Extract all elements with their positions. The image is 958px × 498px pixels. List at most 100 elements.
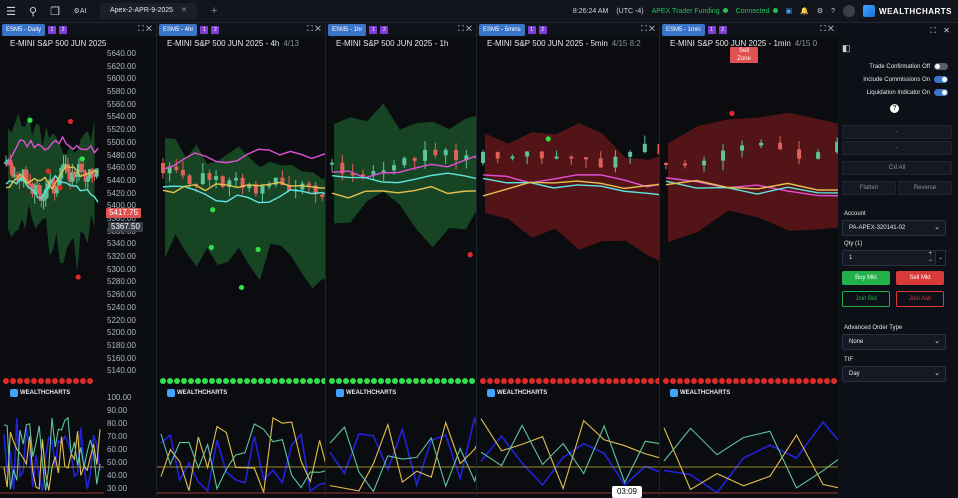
expand-icon[interactable]: ⛶: [641, 24, 649, 33]
chart-badge-icon[interactable]: 1: [707, 26, 716, 34]
save-icon[interactable]: ▣: [786, 7, 793, 15]
ai-icon[interactable]: ⚙ AI: [66, 0, 94, 22]
panel-collapse-icon[interactable]: ◧: [842, 43, 851, 54]
trend-dot: [719, 378, 725, 384]
trend-dot: [434, 378, 440, 384]
oscillator-tick: 90.00: [107, 406, 128, 415]
chart-title-text: E-MINI S&P 500 JUN 2025 - 5min: [487, 39, 608, 48]
flatten-label: Flatten: [859, 185, 879, 191]
close-icon[interactable]: ✕: [466, 24, 472, 33]
qty-stepper[interactable]: + −: [928, 251, 932, 265]
chart-symbol-tab[interactable]: ESM5 - Daily: [2, 24, 46, 36]
qty-dropdown-icon[interactable]: ⌄: [935, 250, 946, 266]
chart-window-controls: ⛶ ✕: [641, 24, 655, 34]
search-icon[interactable]: ⚲: [22, 0, 44, 22]
trend-dot: [406, 378, 412, 384]
panel-expand-icon[interactable]: ⛶: [930, 26, 936, 36]
candle-body: [306, 183, 311, 186]
chart-symbol-tab[interactable]: ESM5 - 5mins: [479, 24, 525, 36]
reverse-button[interactable]: Reverse: [898, 181, 952, 195]
help-circle-icon[interactable]: ?: [890, 104, 899, 113]
chart-panel[interactable]: ESM5 - 4hr 1 2 ⛶ ✕ E-MINI S&P 500 JUN 2025 -…: [157, 23, 326, 497]
indicator-name: WEALTHCHARTS: [680, 390, 731, 396]
advanced-order-value: None: [849, 339, 864, 345]
indicator-name: WEALTHCHARTS: [20, 390, 71, 396]
add-tab-icon[interactable]: +: [211, 5, 217, 17]
cxl-all-button[interactable]: Cxl All: [842, 161, 952, 175]
close-icon[interactable]: ✕: [181, 7, 187, 14]
close-icon[interactable]: ✕: [315, 24, 321, 33]
video-timestamp: 03:09: [612, 486, 642, 498]
account-select[interactable]: PA-APEX-320141-02 ⌄: [842, 220, 946, 236]
chart-panel[interactable]: ESM5 - 1min 1 2 ⛶ ✕ E-MINI S&P 500 JUN 2025 …: [660, 23, 839, 497]
close-icon[interactable]: ✕: [828, 24, 834, 33]
expand-icon[interactable]: ⛶: [458, 24, 466, 33]
chart-panel[interactable]: ESM5 - 1hr 1 2 ⛶ ✕ E-MINI S&P 500 JUN 2025 -…: [326, 23, 477, 497]
gear-icon[interactable]: ⚙: [817, 7, 823, 15]
trend-dot: [279, 378, 285, 384]
chart-badge-icon[interactable]: 2: [211, 26, 220, 34]
chart-badge-icon[interactable]: 1: [200, 26, 209, 34]
cloud-band: [165, 138, 325, 289]
trend-dot: [747, 378, 753, 384]
candle-body: [200, 173, 205, 185]
trend-dot: [782, 378, 788, 384]
advanced-order-select[interactable]: None ⌄: [842, 334, 946, 350]
menu-icon[interactable]: ☰: [0, 0, 22, 22]
expand-icon[interactable]: ⛶: [307, 24, 315, 33]
candle-body: [778, 142, 783, 150]
candle-body: [260, 185, 265, 194]
chart-badge-icon[interactable]: 2: [59, 26, 68, 34]
chevron-down-icon: ⌄: [934, 224, 940, 231]
chart-badge-icon[interactable]: 2: [718, 26, 727, 34]
chart-panel[interactable]: ESM5 - 5mins 1 2 ⛶ ✕ E-MINI S&P 500 JUN 2025…: [477, 23, 660, 497]
price-chart[interactable]: [477, 53, 660, 497]
account-status[interactable]: APEX Trader Funding: [652, 7, 728, 15]
join-bid-label: Join Bid: [855, 296, 877, 302]
bell-icon[interactable]: 🔔: [800, 7, 809, 15]
price-chart[interactable]: [157, 53, 326, 497]
layers-icon[interactable]: ❐: [44, 0, 66, 22]
signal-dot: [238, 284, 245, 291]
join-ask-button[interactable]: Join Ask: [896, 291, 944, 307]
join-bid-button[interactable]: Join Bid: [842, 291, 890, 307]
oscillator-tick: 80.00: [107, 419, 128, 428]
tif-select[interactable]: Day ⌄: [842, 366, 946, 382]
cloud-band: [668, 112, 838, 243]
price-chart[interactable]: [0, 53, 104, 497]
chart-badge-icon[interactable]: 1: [48, 26, 57, 34]
sell-mkt-button[interactable]: Sell Mkt: [896, 271, 944, 285]
price-chart[interactable]: [326, 53, 477, 497]
liquidation-indicator-toggle[interactable]: [934, 89, 948, 96]
trend-dot: [501, 378, 507, 384]
help-icon[interactable]: ?: [831, 8, 835, 15]
chart-panel[interactable]: ESM5 - Daily 1 2 ⛶ ✕ E-MINI S&P 500 JUN 2025…: [0, 23, 157, 497]
chart-symbol-tab[interactable]: ESM5 - 1min: [662, 24, 705, 36]
chart-badge-icon[interactable]: 2: [380, 26, 389, 34]
chart-badge-icon[interactable]: 2: [538, 26, 547, 34]
workspace-tab[interactable]: Apex-2-APR-9-2025 ✕: [100, 3, 197, 19]
avatar[interactable]: [843, 5, 856, 17]
price-chart[interactable]: [660, 53, 839, 497]
flatten-button[interactable]: Flatten: [842, 181, 896, 195]
chart-badge-icon[interactable]: 1: [369, 26, 378, 34]
chart-symbol-tab[interactable]: ESM5 - 4hr: [159, 24, 198, 36]
trend-dot: [66, 378, 72, 384]
price-axis[interactable]: 5640.00 5620.00 5600.00 5580.00 5560.00 5540.…: [104, 23, 146, 497]
trend-dot: [455, 378, 461, 384]
panel-close-icon[interactable]: ✕: [943, 26, 950, 35]
trend-dot: [810, 378, 816, 384]
include-commissions-toggle[interactable]: [934, 76, 948, 83]
oscillator-tick: 30.00: [107, 484, 128, 493]
buy-mkt-button[interactable]: Buy Mkt: [842, 271, 890, 285]
trade-confirmation-toggle[interactable]: [934, 63, 948, 70]
expand-icon[interactable]: ⛶: [820, 24, 828, 33]
chart-badge-icon[interactable]: 1: [527, 26, 536, 34]
price-tick: 5480.00: [107, 150, 136, 160]
qty-input[interactable]: 1 + −: [842, 250, 936, 266]
chart-symbol-tab[interactable]: ESM5 - 1hr: [328, 24, 367, 36]
trend-dot: [80, 378, 86, 384]
close-icon[interactable]: ✕: [146, 24, 152, 33]
oscillator-line: [160, 417, 325, 493]
close-icon[interactable]: ✕: [649, 24, 655, 33]
